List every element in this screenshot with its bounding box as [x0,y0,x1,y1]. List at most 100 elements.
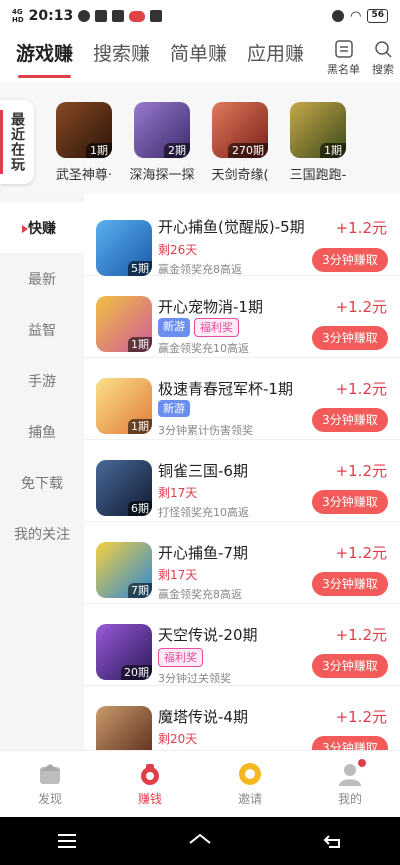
task-row[interactable]: 7期 开心捕鱼-7期 +1.2元 剩17天 赢金领奖充8高返 3分钟赚取 [84,522,400,604]
task-reward: +1.2元 [335,708,387,726]
status-time: 20:13 [28,8,74,24]
coin-icon [239,763,261,785]
sidebar-item-fishing[interactable]: 捕鱼 [0,406,84,457]
tab-simple-earn[interactable]: 简单赚 [160,34,237,82]
menu-icon[interactable] [55,829,79,853]
recent-game-item[interactable]: 2期 深海探一探 [124,102,200,183]
task-title: 开心宠物消-1期 [158,298,263,316]
task-title: 开心捕鱼(觉醒版)-5期 [158,218,305,236]
bonus-tag: 福利奖 [194,318,239,337]
task-row[interactable]: 魔塔传说-4期 +1.2元 剩20天 3分钟赚取 [84,686,400,750]
sidebar-item-puzzle[interactable]: 益智 [0,304,84,355]
task-description: 3分钟累计伤害领奖 [158,424,253,437]
sidebar-item-mobile-games[interactable]: 手游 [0,355,84,406]
task-row[interactable]: 20期 天空传说-20期 +1.2元 福利奖 3分钟过关领奖 3分钟赚取 [84,604,400,686]
recent-game-item[interactable]: 1期 武圣神尊· [46,102,122,183]
wifi-icon: ◠ [350,8,362,24]
nav-label: 赚钱 [137,792,162,806]
recent-game-thumbnail: 270期 [212,102,268,158]
earn-button[interactable]: 3分钟赚取 [312,408,388,432]
sidebar-item-following[interactable]: 我的关注 [0,508,84,559]
task-row[interactable]: 1期 极速青春冠军杯-1期 +1.2元 新游 3分钟累计伤害领奖 3分钟赚取 [84,358,400,440]
period-badge: 20期 [121,665,152,680]
sidebar-item-no-download[interactable]: 免下载 [0,457,84,508]
earn-button[interactable]: 3分钟赚取 [312,572,388,596]
nav-label: 邀请 [237,792,262,806]
task-description: 赢金领奖充10高返 [158,342,249,355]
remaining-days: 剩20天 [158,732,198,746]
notification-dot [358,759,366,767]
task-reward: +1.2元 [335,462,387,480]
tab-search-earn[interactable]: 搜索赚 [83,34,160,82]
period-badge: 1期 [320,143,346,158]
recent-game-item[interactable]: 270期 天剑奇缘( [202,102,278,183]
recent-game-name: 武圣神尊· [55,168,113,183]
back-icon[interactable] [321,829,345,853]
system-navigation-bar [0,817,400,865]
remaining-days: 剩17天 [158,486,198,500]
task-reward: +1.2元 [335,219,387,237]
period-badge: 1期 [128,337,152,352]
network-indicator: 4G HD [12,8,24,24]
task-title: 魔塔传说-4期 [158,708,248,726]
tab-game-earn[interactable]: 游戏赚 [6,34,83,82]
game-thumbnail: 7期 [96,542,152,598]
remaining-days: 剩17天 [158,568,198,582]
recent-game-name: 深海探一探 [129,168,195,183]
nav-earn[interactable]: 赚钱 [100,751,200,817]
blacklist-button[interactable]: 黑名单 [327,39,360,77]
game-thumbnail: 5期 [96,220,152,276]
nav-profile[interactable]: 我的 [300,751,400,817]
recent-game-thumbnail: 1期 [290,102,346,158]
nav-invite[interactable]: 邀请 [200,751,300,817]
task-row[interactable]: 1期 开心宠物消-1期 +1.2元 新游 福利奖 赢金领奖充10高返 3分钟赚取 [84,276,400,358]
discover-icon [40,764,60,784]
game-thumbnail: 6期 [96,460,152,516]
period-badge: 2期 [164,143,190,158]
tab-app-earn[interactable]: 应用赚 [237,34,305,82]
task-row[interactable]: 5期 开心捕鱼(觉醒版)-5期 +1.2元 剩26天 赢金领奖充8高返 3分钟赚… [84,194,400,276]
money-bag-icon [141,764,159,785]
search-icon [375,41,392,58]
earn-button[interactable]: 3分钟赚取 [312,490,388,514]
play-icon [150,10,163,22]
game-thumbnail [96,706,152,750]
earn-button[interactable]: 3分钟赚取 [312,736,388,750]
task-title: 天空传说-20期 [158,626,258,644]
task-title: 开心捕鱼-7期 [158,544,248,562]
task-title: 极速青春冠军杯-1期 [158,380,293,398]
remaining-days: 剩26天 [158,243,198,257]
sidebar-item-newest[interactable]: 最新 [0,253,84,304]
home-icon[interactable] [188,829,212,853]
period-badge: 1期 [128,419,152,434]
task-row[interactable]: 6期 铜雀三国-6期 +1.2元 剩17天 打怪领奖充10高返 3分钟赚取 [84,440,400,522]
task-title: 铜雀三国-6期 [158,462,248,480]
earn-button[interactable]: 3分钟赚取 [312,248,388,272]
top-tabs: 游戏赚 搜索赚 简单赚 应用赚 黑名单 搜索 [0,34,400,82]
nav-label: 我的 [337,792,362,806]
nav-discover[interactable]: 发现 [0,751,100,817]
recent-played-label: 最近在玩 [0,100,34,184]
task-reward: +1.2元 [335,544,387,562]
task-description: 3分钟过关领奖 [158,672,231,685]
period-badge: 7期 [128,583,152,598]
search-button[interactable]: 搜索 [372,39,394,77]
recent-games-panel: 最近在玩 1期 武圣神尊· 2期 深海探一探 270期 天剑奇缘( 1期 三国跑… [0,82,400,194]
game-thumbnail: 20期 [96,624,152,680]
game-notification-icon [129,10,146,22]
period-badge: 5期 [128,261,152,276]
task-list[interactable]: 5期 开心捕鱼(觉醒版)-5期 +1.2元 剩26天 赢金领奖充8高返 3分钟赚… [84,194,400,750]
alarm-icon [332,10,345,22]
period-badge: 270期 [228,143,268,158]
task-reward: +1.2元 [335,380,387,398]
recent-game-item[interactable]: 1期 三国跑跑- [280,102,356,183]
earn-button[interactable]: 3分钟赚取 [312,326,388,350]
nav-label: 发现 [37,792,62,806]
notification-icon [78,10,91,22]
game-thumbnail: 1期 [96,296,152,352]
sidebar-item-quick-earn[interactable]: 快赚 [0,202,84,253]
new-game-tag: 新游 [158,400,190,417]
period-badge: 1期 [86,143,112,158]
earn-button[interactable]: 3分钟赚取 [312,654,388,678]
recent-game-thumbnail: 1期 [56,102,112,158]
